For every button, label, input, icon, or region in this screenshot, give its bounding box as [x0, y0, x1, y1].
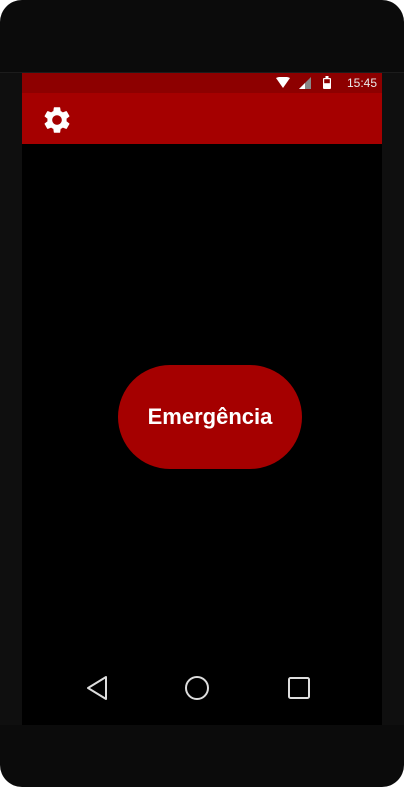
status-time: 15:45 [346, 76, 377, 90]
back-button[interactable] [72, 660, 122, 715]
emergency-button[interactable]: Emergência [118, 365, 302, 469]
left-bezel [0, 73, 22, 725]
screen: 15:45 Emergência [22, 73, 382, 725]
gear-icon [44, 107, 70, 133]
navigation-bar [22, 660, 382, 715]
home-button[interactable] [172, 660, 222, 715]
status-bar: 15:45 [22, 73, 382, 93]
recents-square-icon [288, 676, 310, 699]
settings-button[interactable] [40, 103, 74, 137]
home-circle-icon [185, 675, 209, 700]
app-bar [22, 93, 382, 144]
device-frame: 15:45 Emergência [0, 0, 404, 787]
right-bezel [382, 73, 404, 725]
wifi-icon [276, 77, 290, 88]
battery-icon [323, 76, 331, 89]
signal-icon [299, 77, 311, 89]
recents-button[interactable] [274, 660, 324, 715]
back-triangle-icon [87, 675, 107, 700]
